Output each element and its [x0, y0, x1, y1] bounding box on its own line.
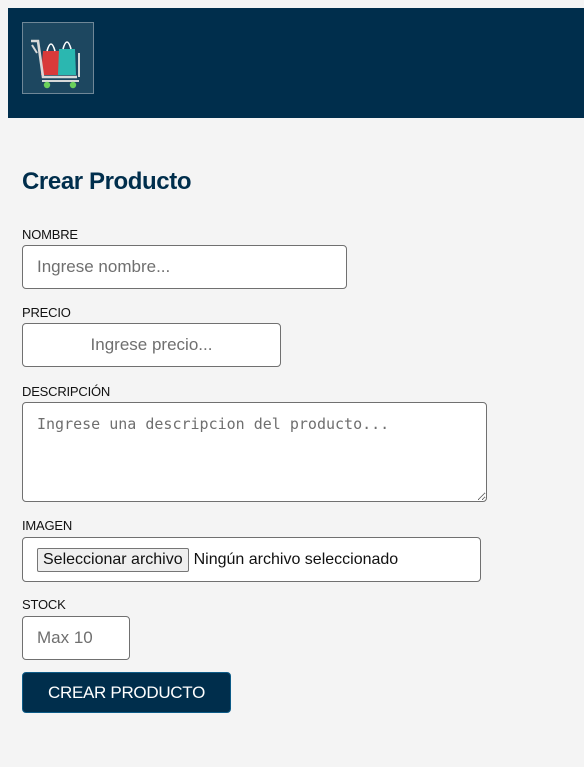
- shopping-cart-bags-icon: [23, 23, 93, 93]
- nombre-label: NOMBRE: [22, 227, 78, 242]
- precio-label: PRECIO: [22, 305, 71, 320]
- stock-label: STOCK: [22, 597, 66, 612]
- precio-input[interactable]: [22, 323, 281, 367]
- descripcion-textarea[interactable]: [22, 402, 487, 502]
- imagen-file-input[interactable]: Seleccionar archivo Ningún archivo selec…: [22, 537, 481, 582]
- crear-producto-button[interactable]: CREAR PRODUCTO: [22, 672, 231, 713]
- navbar: [8, 8, 584, 118]
- file-status-text: Ningún archivo seleccionado: [193, 550, 399, 568]
- descripcion-label: DESCRIPCIÓN: [22, 384, 111, 399]
- logo[interactable]: [22, 22, 94, 94]
- imagen-label: IMAGEN: [22, 518, 73, 533]
- select-file-button[interactable]: Seleccionar archivo: [37, 547, 189, 572]
- page-top-strip: [0, 0, 584, 8]
- stock-input[interactable]: [22, 616, 130, 660]
- page-title: Crear Producto: [22, 168, 192, 195]
- nombre-input[interactable]: [22, 245, 347, 289]
